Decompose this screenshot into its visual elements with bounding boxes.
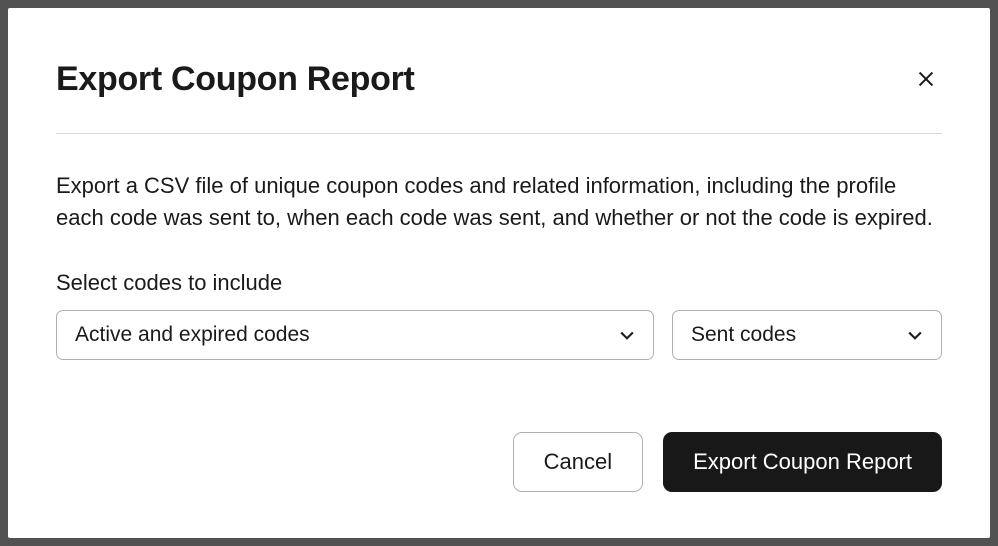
select-row: Active and expired codes Sent codes bbox=[56, 310, 942, 360]
code-status-select-value: Active and expired codes bbox=[75, 323, 310, 347]
code-status-select[interactable]: Active and expired codes bbox=[56, 310, 654, 360]
close-button[interactable] bbox=[910, 64, 942, 96]
chevron-down-icon bbox=[905, 325, 925, 345]
modal-description: Export a CSV file of unique coupon codes… bbox=[56, 170, 942, 234]
modal-title: Export Coupon Report bbox=[56, 60, 415, 99]
select-label: Select codes to include bbox=[56, 270, 942, 296]
divider bbox=[56, 133, 942, 134]
sent-status-select[interactable]: Sent codes bbox=[672, 310, 942, 360]
modal-actions: Cancel Export Coupon Report bbox=[56, 432, 942, 492]
export-button[interactable]: Export Coupon Report bbox=[663, 432, 942, 492]
chevron-down-icon bbox=[617, 325, 637, 345]
close-icon bbox=[915, 68, 937, 93]
sent-status-select-value: Sent codes bbox=[691, 323, 796, 347]
cancel-button[interactable]: Cancel bbox=[513, 432, 643, 492]
export-coupon-report-modal: Export Coupon Report Export a CSV file o… bbox=[8, 8, 990, 538]
modal-header: Export Coupon Report bbox=[56, 60, 942, 99]
